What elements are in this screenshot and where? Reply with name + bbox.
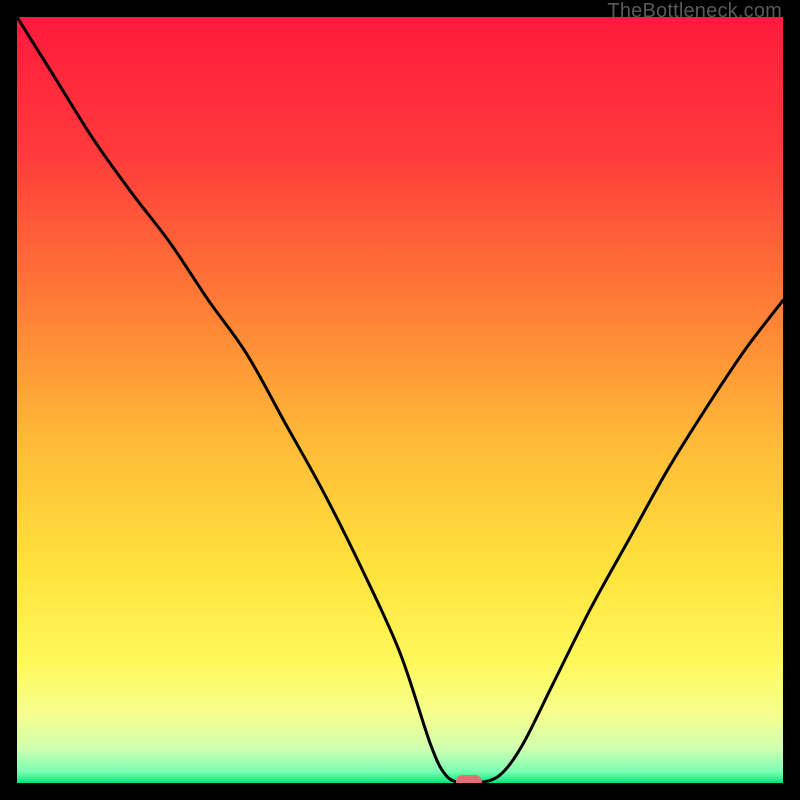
gradient-background xyxy=(17,17,783,783)
bottleneck-plot xyxy=(17,17,783,783)
chart-frame: TheBottleneck.com xyxy=(0,0,800,800)
optimal-marker xyxy=(456,775,482,783)
